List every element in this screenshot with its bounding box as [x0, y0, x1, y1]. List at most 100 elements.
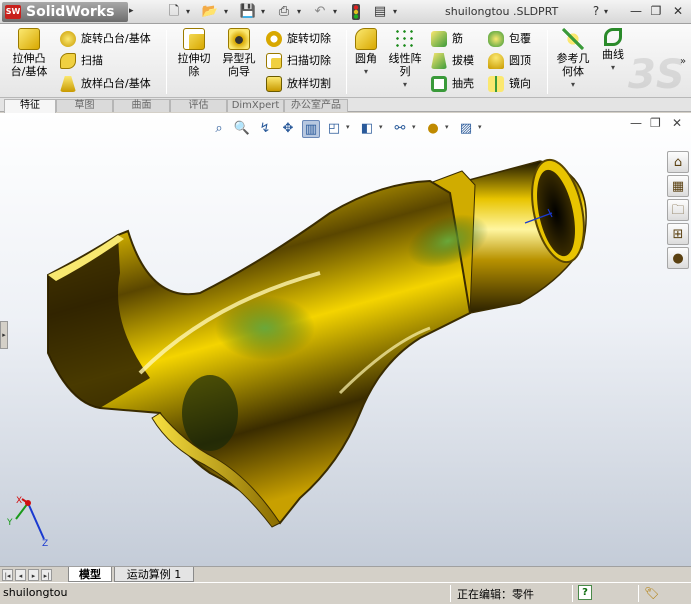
- viewport-minimize-button[interactable]: —: [630, 116, 642, 130]
- extrude-cut-label: 拉伸切 除: [177, 52, 211, 78]
- print-dropdown-icon[interactable]: ▾: [297, 4, 301, 20]
- tab-dimxpert[interactable]: DimXpert: [227, 99, 284, 112]
- reference-geometry-button[interactable]: 参考几 何体 ▾: [552, 28, 594, 91]
- scene-dropdown-icon[interactable]: ▾: [478, 123, 482, 131]
- feature-tree-toggle[interactable]: ▸: [0, 321, 8, 349]
- sweep-cut-button[interactable]: 扫描切除: [266, 52, 331, 70]
- minimize-button[interactable]: —: [628, 3, 644, 19]
- pan-icon: ✥: [282, 121, 294, 136]
- appearances-icon: ●: [672, 251, 684, 266]
- sw-logo-icon: SW: [5, 5, 21, 19]
- view-palette-button[interactable]: ⊞: [667, 223, 689, 245]
- last-tab-button[interactable]: ▸|: [41, 569, 52, 581]
- revolve-boss-button[interactable]: 旋转凸台/基体: [60, 30, 151, 48]
- prev-tab-button[interactable]: ◂: [15, 569, 26, 581]
- open-dropdown-icon[interactable]: ▾: [224, 4, 228, 20]
- design-library-icon: ▦: [671, 179, 685, 194]
- graphics-area[interactable]: ⌕ 🔍 ↯ ✥ ▥ ◰ ▾ ◧ ▾ ⚯ ▾ ● ▾ ▨ ▾ — ❐ ✕ ⌂ ▦ …: [0, 113, 691, 566]
- design-library-button[interactable]: ▦: [667, 175, 689, 197]
- zoom-to-area-button[interactable]: 🔍: [233, 120, 251, 138]
- first-tab-button[interactable]: |◂: [2, 569, 13, 581]
- reference-geometry-dropdown-icon[interactable]: ▾: [552, 78, 594, 91]
- wrap-button[interactable]: 包覆: [488, 30, 531, 48]
- tab-sketch[interactable]: 草图: [56, 99, 113, 112]
- section-view-button[interactable]: ▥: [302, 120, 320, 138]
- extrude-cut-button[interactable]: 拉伸切 除: [172, 28, 216, 78]
- dome-button[interactable]: 圆顶: [488, 52, 531, 70]
- view-palette-icon: ⊞: [672, 227, 684, 242]
- solidworks-resources-button[interactable]: ⌂: [667, 151, 689, 173]
- draft-button[interactable]: 拔模: [431, 52, 474, 70]
- quick-tips-button[interactable]: ?: [578, 585, 592, 600]
- tab-features[interactable]: 特征: [4, 99, 56, 113]
- tab-model[interactable]: 模型: [68, 567, 112, 582]
- previous-view-icon: ↯: [259, 121, 271, 136]
- sweep-button[interactable]: 扫描: [60, 52, 103, 70]
- fillet-button[interactable]: 圆角 ▾: [350, 28, 382, 78]
- extrude-boss-button[interactable]: 拉伸凸 台/基体: [6, 28, 52, 78]
- new-document-button[interactable]: 🗋: [164, 3, 184, 21]
- extrude-cut-icon: [183, 28, 205, 50]
- save-dropdown-icon[interactable]: ▾: [261, 4, 265, 20]
- loft-boss-button[interactable]: 放样凸台/基体: [60, 75, 151, 93]
- next-tab-button[interactable]: ▸: [28, 569, 39, 581]
- file-explorer-button[interactable]: 🗀: [667, 199, 689, 221]
- section-view-icon: ▥: [304, 122, 318, 137]
- zoom-to-fit-button[interactable]: ⌕: [210, 120, 228, 138]
- tab-evaluate[interactable]: 评估: [170, 99, 227, 112]
- help-button[interactable]: ?: [588, 3, 604, 19]
- more-commands-button[interactable]: »: [680, 56, 686, 67]
- tab-surfaces[interactable]: 曲面: [113, 99, 170, 112]
- shell-button[interactable]: 抽壳: [431, 75, 474, 93]
- open-button[interactable]: 📂: [200, 3, 220, 21]
- rib-button[interactable]: 筋: [431, 30, 463, 48]
- group-separator: [346, 30, 347, 94]
- apply-scene-button[interactable]: ▨: [457, 120, 475, 138]
- tab-office-products[interactable]: 办公室产品: [284, 99, 348, 112]
- curves-dropdown-icon[interactable]: ▾: [598, 61, 628, 74]
- display-style-button[interactable]: ◧: [358, 120, 376, 138]
- fillet-dropdown-icon[interactable]: ▾: [350, 65, 382, 78]
- curves-button[interactable]: 曲线 ▾: [598, 28, 628, 74]
- edit-appearance-button[interactable]: ●: [424, 120, 442, 138]
- menu-expand-icon[interactable]: ▸: [129, 6, 134, 16]
- linear-pattern-button[interactable]: 线性阵 列 ▾: [385, 28, 425, 91]
- options-dropdown-icon[interactable]: ▾: [393, 4, 397, 20]
- help-dropdown-icon[interactable]: ▾: [604, 4, 608, 20]
- close-button[interactable]: ✕: [670, 3, 686, 19]
- restore-button[interactable]: ❐: [648, 3, 664, 19]
- hole-wizard-icon: [228, 28, 250, 50]
- loft-cut-button[interactable]: 放样切割: [266, 75, 331, 93]
- undo-dropdown-icon[interactable]: ▾: [333, 4, 337, 20]
- tab-motion-study[interactable]: 运动算例 1: [114, 567, 194, 582]
- part-model[interactable]: [0, 113, 691, 566]
- view-orientation-dropdown-icon[interactable]: ▾: [346, 123, 350, 131]
- undo-button[interactable]: ↶: [310, 3, 330, 21]
- zoom-area-icon: 🔍: [233, 121, 251, 136]
- mirror-button[interactable]: 镜向: [488, 75, 531, 93]
- rebuild-button[interactable]: [346, 3, 366, 21]
- solidworks-logo[interactable]: SW SolidWorks: [2, 2, 128, 22]
- print-button[interactable]: ⎙: [274, 3, 294, 21]
- save-button[interactable]: 💾: [238, 3, 258, 21]
- hole-wizard-button[interactable]: 异型孔 向导: [218, 28, 260, 78]
- hide-show-items-button[interactable]: ⚯: [391, 120, 409, 138]
- previous-view-button[interactable]: ↯: [256, 120, 274, 138]
- hide-show-dropdown-icon[interactable]: ▾: [412, 123, 416, 131]
- revolve-cut-button[interactable]: 旋转切除: [266, 30, 331, 48]
- new-dropdown-icon[interactable]: ▾: [186, 4, 190, 20]
- options-button[interactable]: ▤: [370, 3, 390, 21]
- appearances-button[interactable]: ●: [667, 247, 689, 269]
- view-orientation-button[interactable]: ◰: [325, 120, 343, 138]
- reference-geometry-icon: [562, 28, 584, 50]
- viewport-restore-button[interactable]: ❐: [650, 116, 661, 130]
- display-style-dropdown-icon[interactable]: ▾: [379, 123, 383, 131]
- linear-pattern-dropdown-icon[interactable]: ▾: [385, 78, 425, 91]
- rib-icon: [431, 31, 447, 47]
- model-tabs-bar: |◂ ◂ ▸ ▸| 模型 运动算例 1: [0, 566, 691, 582]
- scene-icon: ▨: [459, 121, 473, 136]
- pan-button[interactable]: ✥: [279, 120, 297, 138]
- viewport-close-button[interactable]: ✕: [672, 116, 682, 130]
- tag-icon[interactable]: 🏷: [644, 586, 659, 600]
- appearance-dropdown-icon[interactable]: ▾: [445, 123, 449, 131]
